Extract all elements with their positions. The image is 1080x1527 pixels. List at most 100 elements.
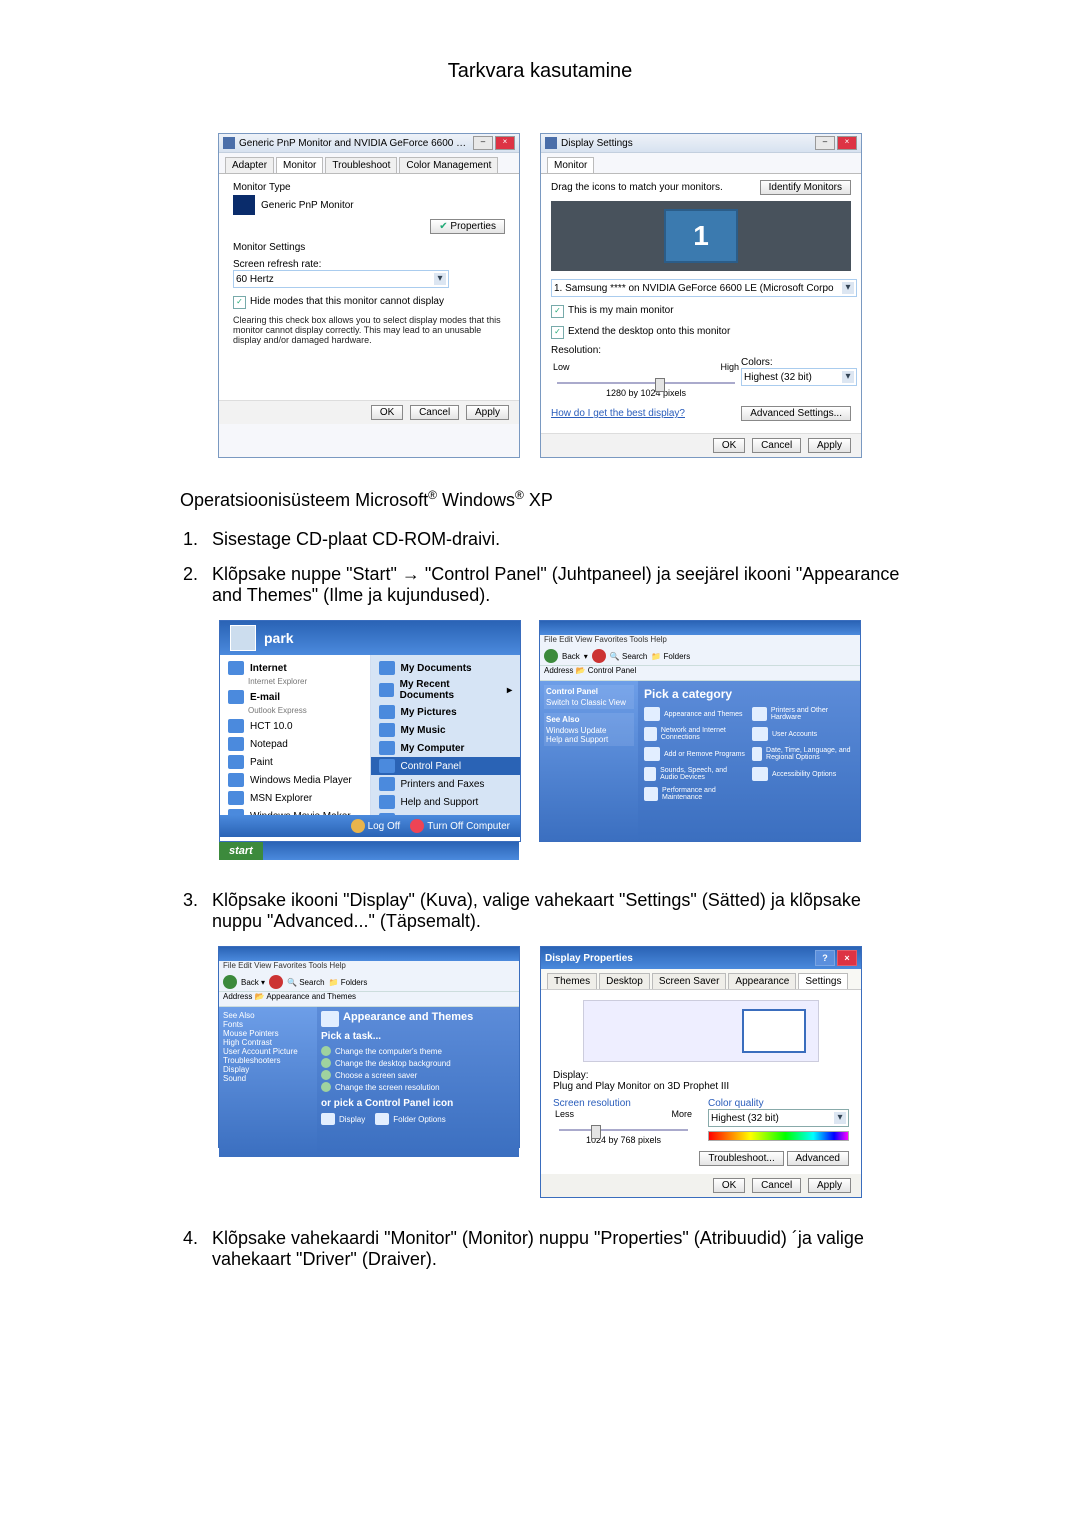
start-item-printers[interactable]: Printers and Faxes — [371, 775, 521, 793]
side-link[interactable]: Sound — [223, 1074, 313, 1083]
start-item-mydocs[interactable]: My Documents — [371, 659, 521, 677]
task-resolution[interactable]: Change the screen resolution — [321, 1082, 515, 1092]
slider-thumb[interactable] — [591, 1125, 601, 1139]
colors-select[interactable]: Highest (32 bit) ▾ — [741, 368, 857, 386]
color-quality-select[interactable]: Highest (32 bit) ▾ — [708, 1109, 849, 1127]
cp-icon-display[interactable]: Display — [321, 1113, 365, 1125]
tab-screen-saver[interactable]: Screen Saver — [652, 973, 727, 989]
back-button[interactable] — [223, 975, 237, 989]
refresh-rate-select[interactable]: 60 Hertz ▾ — [233, 270, 449, 288]
best-display-help-link[interactable]: How do I get the best display? — [551, 408, 685, 419]
start-item-help[interactable]: Help and Support — [371, 793, 521, 811]
troubleshoot-button[interactable]: Troubleshoot... — [699, 1151, 783, 1166]
category-performance[interactable]: Performance and Maintenance — [644, 787, 746, 801]
start-item-notepad[interactable]: Notepad — [220, 735, 370, 753]
back-button[interactable] — [544, 649, 558, 663]
tab-appearance[interactable]: Appearance — [728, 973, 796, 989]
close-button[interactable]: × — [495, 136, 515, 150]
advanced-settings-button[interactable]: Advanced Settings... — [741, 406, 851, 421]
start-item-search[interactable]: Search — [371, 811, 521, 815]
category-appearance[interactable]: Appearance and Themes — [644, 707, 746, 721]
tab-themes[interactable]: Themes — [547, 973, 597, 989]
cancel-button[interactable]: Cancel — [752, 1178, 801, 1193]
cancel-button[interactable]: Cancel — [752, 438, 801, 453]
slider-thumb[interactable] — [655, 378, 665, 392]
side-link[interactable]: Mouse Pointers — [223, 1029, 313, 1038]
start-button[interactable]: start — [219, 842, 263, 860]
properties-button[interactable]: ✔ Properties — [430, 219, 505, 234]
screen-res-slider[interactable] — [559, 1129, 688, 1131]
category-sounds[interactable]: Sounds, Speech, and Audio Devices — [644, 767, 746, 781]
tab-troubleshoot[interactable]: Troubleshoot — [325, 157, 397, 173]
arrow-icon — [321, 1070, 331, 1080]
monitor-1-box[interactable]: 1 — [666, 211, 736, 261]
folders-button[interactable]: 📁 Folders — [329, 978, 368, 987]
category-network[interactable]: Network and Internet Connections — [644, 727, 746, 741]
main-monitor-checkbox[interactable]: ✓ — [551, 305, 564, 318]
start-item-msn[interactable]: MSN Explorer — [220, 789, 370, 807]
at-menubar[interactable]: File Edit View Favorites Tools Help — [219, 961, 519, 973]
at-address-bar[interactable]: Address 📂 Appearance and Themes — [219, 992, 519, 1007]
tab-settings[interactable]: Settings — [798, 973, 848, 989]
cp-icon-folder-options[interactable]: Folder Options — [375, 1113, 445, 1125]
ok-button[interactable]: OK — [713, 438, 745, 453]
start-item-control-panel[interactable]: Control Panel — [371, 757, 521, 775]
cancel-button[interactable]: Cancel — [410, 405, 459, 420]
category-accessibility[interactable]: Accessibility Options — [752, 767, 854, 781]
side-link[interactable]: Display — [223, 1065, 313, 1074]
ok-button[interactable]: OK — [371, 405, 403, 420]
side-link[interactable]: Fonts — [223, 1020, 313, 1029]
resolution-slider[interactable] — [557, 382, 735, 384]
see-also-link[interactable]: Windows Update — [546, 726, 632, 735]
forward-button[interactable] — [592, 649, 606, 663]
apply-button[interactable]: Apply — [808, 438, 851, 453]
category-users[interactable]: User Accounts — [752, 727, 854, 741]
tab-desktop[interactable]: Desktop — [599, 973, 650, 989]
forward-button[interactable] — [269, 975, 283, 989]
minimize-button[interactable]: – — [815, 136, 835, 150]
task-theme[interactable]: Change the computer's theme — [321, 1046, 515, 1056]
side-link[interactable]: User Account Picture — [223, 1047, 313, 1056]
start-item-music[interactable]: My Music — [371, 721, 521, 739]
help-button[interactable]: ? — [815, 950, 835, 966]
help-icon — [379, 795, 395, 809]
identify-monitors-button[interactable]: Identify Monitors — [760, 180, 851, 195]
apply-button[interactable]: Apply — [808, 1178, 851, 1193]
task-wallpaper[interactable]: Change the desktop background — [321, 1058, 515, 1068]
close-button[interactable]: × — [837, 950, 857, 966]
start-item-wmp[interactable]: Windows Media Player — [220, 771, 370, 789]
ds-tab-monitor[interactable]: Monitor — [547, 157, 594, 173]
advanced-button[interactable]: Advanced — [787, 1151, 849, 1166]
switch-classic-link[interactable]: Switch to Classic View — [546, 698, 632, 707]
start-item-paint[interactable]: Paint — [220, 753, 370, 771]
search-button[interactable]: 🔍 Search — [287, 978, 325, 987]
task-screensaver[interactable]: Choose a screen saver — [321, 1070, 515, 1080]
extend-desktop-checkbox[interactable]: ✓ — [551, 326, 564, 339]
log-off-button[interactable]: Log Off — [351, 819, 401, 833]
tab-color-management[interactable]: Color Management — [399, 157, 498, 173]
start-item-computer[interactable]: My Computer — [371, 739, 521, 757]
turn-off-button[interactable]: Turn Off Computer — [410, 819, 510, 833]
tab-monitor[interactable]: Monitor — [276, 157, 323, 173]
hide-modes-checkbox[interactable]: ✓ — [233, 296, 246, 309]
start-item-hct[interactable]: HCT 10.0 — [220, 717, 370, 735]
tab-adapter[interactable]: Adapter — [225, 157, 274, 173]
address-bar[interactable]: Address 📂 Control Panel — [540, 666, 860, 681]
minimize-button[interactable]: – — [473, 136, 493, 150]
folders-button[interactable]: 📁 Folders — [651, 652, 690, 661]
close-button[interactable]: × — [837, 136, 857, 150]
see-also-link[interactable]: Help and Support — [546, 735, 632, 744]
start-item-moviemaker[interactable]: Windows Movie Maker — [220, 807, 370, 815]
category-printers[interactable]: Printers and Other Hardware — [752, 707, 854, 721]
monitor-arrangement-stage[interactable]: 1 — [551, 201, 851, 271]
cp-menubar[interactable]: File Edit View Favorites Tools Help — [540, 635, 860, 647]
ok-button[interactable]: OK — [713, 1178, 745, 1193]
monitor-select[interactable]: 1. Samsung **** on NVIDIA GeForce 6600 L… — [551, 279, 857, 297]
search-button[interactable]: 🔍 Search — [610, 652, 648, 661]
apply-button[interactable]: Apply — [466, 405, 509, 420]
category-addremove[interactable]: Add or Remove Programs — [644, 747, 746, 761]
category-datetime[interactable]: Date, Time, Language, and Regional Optio… — [752, 747, 854, 761]
start-item-pictures[interactable]: My Pictures — [371, 703, 521, 721]
start-item-recent[interactable]: My Recent Documents ▸ — [371, 677, 521, 703]
side-link[interactable]: High Contrast — [223, 1038, 313, 1047]
